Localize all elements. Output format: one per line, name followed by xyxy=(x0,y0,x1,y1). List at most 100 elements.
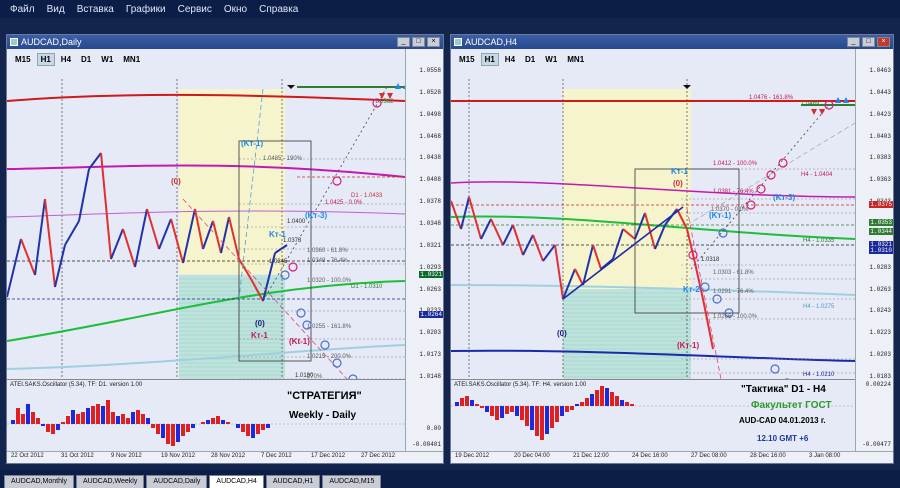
menu-file[interactable]: Файл xyxy=(4,4,41,15)
wave-segment xyxy=(460,196,470,230)
osc-tick: -0.00401 xyxy=(412,441,441,448)
osc-bar xyxy=(141,414,145,424)
menu-window[interactable]: Окно xyxy=(218,4,253,15)
menu-tools[interactable]: Сервис xyxy=(172,4,218,15)
price-tick: 1.0223 xyxy=(869,329,891,337)
projection-line xyxy=(690,104,830,270)
minimize-button[interactable]: _ xyxy=(397,37,410,47)
level-label: 1.0469 xyxy=(801,101,820,107)
osc-bar xyxy=(16,408,20,424)
chart-window-daily[interactable]: AUDCAD,Daily _ □ × M15 H1 H4 D1 W1 MN1 1… xyxy=(6,34,444,464)
fib-circle xyxy=(766,170,776,180)
tf-w1[interactable]: W1 xyxy=(541,53,561,66)
level-label: 1.0476 - 161.8% xyxy=(749,95,794,101)
osc-bar xyxy=(101,406,105,424)
close-button[interactable]: × xyxy=(877,37,890,47)
osc-bar xyxy=(620,400,624,406)
wave-label: Kт-1 xyxy=(269,230,286,239)
osc-bar xyxy=(166,424,170,444)
osc-bar xyxy=(211,418,215,424)
price-tick: 1.0438 xyxy=(419,154,441,162)
osc-bar xyxy=(485,406,489,412)
tab-monthly[interactable]: AUDCAD,Monthly xyxy=(4,475,75,488)
price-tick: 1.0558 xyxy=(419,67,441,74)
osc-bar xyxy=(106,400,110,424)
osc-bar xyxy=(515,406,519,416)
price-tick: 1.0243 xyxy=(869,307,891,315)
osc-bar xyxy=(156,424,160,434)
osc-bar xyxy=(570,406,574,410)
time-label: 12.10 GMT +6 xyxy=(757,434,809,443)
tf-h1[interactable]: H1 xyxy=(36,53,55,66)
osc-bar xyxy=(615,396,619,406)
fib-circle xyxy=(332,358,342,368)
wave-segment xyxy=(110,228,124,260)
wave-segment xyxy=(34,198,46,276)
osc-bar xyxy=(246,424,250,436)
wave-segment xyxy=(158,218,172,250)
tf-mn1[interactable]: MN1 xyxy=(119,53,144,66)
osc-bar xyxy=(41,424,45,426)
tf-d1[interactable]: D1 xyxy=(521,53,539,66)
osc-bar xyxy=(121,414,125,424)
price-label: 1.0321 xyxy=(419,271,443,278)
level-label: 1.0400 xyxy=(287,219,306,225)
osc-bar xyxy=(51,424,55,434)
tab-weekly[interactable]: AUDCAD,Weekly xyxy=(76,475,145,488)
wave-segment xyxy=(64,220,80,246)
tab-h1[interactable]: AUDCAD,H1 xyxy=(265,475,321,488)
signal-arrow xyxy=(819,109,825,115)
chart-tabs: AUDCAD,Monthly AUDCAD,Weekly AUDCAD,Dail… xyxy=(0,470,900,488)
level-label: 1.0485 - 190% xyxy=(263,156,303,162)
tf-h4[interactable]: H4 xyxy=(57,53,75,66)
osc-bar xyxy=(46,424,50,432)
menu-insert[interactable]: Вставка xyxy=(71,4,120,15)
osc-bar xyxy=(256,424,260,434)
tf-d1[interactable]: D1 xyxy=(77,53,95,66)
price-drawing xyxy=(451,79,855,379)
close-button[interactable]: × xyxy=(427,37,440,47)
tf-h4[interactable]: H4 xyxy=(501,53,519,66)
maximize-button[interactable]: □ xyxy=(412,37,425,47)
osc-tick: 0.00 xyxy=(426,425,441,432)
tf-w1[interactable]: W1 xyxy=(97,53,117,66)
price-tick: 1.0203 xyxy=(419,329,441,337)
fib-circle xyxy=(296,308,306,318)
tab-daily[interactable]: AUDCAD,Daily xyxy=(146,475,208,488)
price-chart[interactable]: M15 H1 H4 D1 W1 MN1 1.0476 - 161.8% 1.046… xyxy=(451,49,855,379)
window-titlebar[interactable]: AUDCAD,Daily _ □ × xyxy=(7,35,443,49)
osc-bar xyxy=(56,424,60,430)
chart-window-h4[interactable]: AUDCAD,H4 _ □ × M15 H1 H4 D1 W1 MN1 1.04… xyxy=(450,34,894,464)
maximize-button[interactable]: □ xyxy=(862,37,875,47)
tab-m15[interactable]: AUDCAD,M15 xyxy=(322,475,382,488)
time-tick: 3 Jan 08:00 xyxy=(809,453,841,459)
osc-bar xyxy=(580,402,584,406)
wave-segment xyxy=(502,224,514,246)
oscillator-panel: ATEI.SAKS.Oscillator (5.34). TF: D1. ver… xyxy=(7,379,405,451)
tf-m15[interactable]: M15 xyxy=(11,53,35,66)
oscillator-panel: ATEI.SAKS.Oscillator (5.34). TF: H4. ver… xyxy=(451,379,855,451)
osc-bar xyxy=(151,424,155,428)
time-tick: 7 Dec 2012 xyxy=(261,453,292,459)
tf-h1[interactable]: H1 xyxy=(480,53,499,66)
price-tick: 1.0263 xyxy=(869,285,891,293)
menu-view[interactable]: Вид xyxy=(41,4,71,15)
osc-bar xyxy=(176,424,180,442)
tab-h4[interactable]: AUDCAD,H4 xyxy=(209,475,264,488)
timeframe-toolbar: M15 H1 H4 D1 W1 MN1 xyxy=(11,53,144,66)
menu-charts[interactable]: Графики xyxy=(120,4,172,15)
level-label: 1.0345 xyxy=(269,259,288,265)
price-tick: 1.0348 xyxy=(419,220,441,227)
tf-mn1[interactable]: MN1 xyxy=(563,53,588,66)
tf-m15[interactable]: M15 xyxy=(455,53,479,66)
osc-bar xyxy=(550,406,554,428)
osc-bar xyxy=(261,424,265,430)
price-chart[interactable]: M15 H1 H4 D1 W1 MN1 1.0485 - 190% 1.0425 … xyxy=(7,49,405,379)
wave-segment xyxy=(100,152,112,260)
window-titlebar[interactable]: AUDCAD,H4 _ □ × xyxy=(451,35,893,49)
osc-bar xyxy=(126,418,130,424)
minimize-button[interactable]: _ xyxy=(847,37,860,47)
osc-bar xyxy=(131,412,135,424)
osc-bar xyxy=(36,418,40,424)
menu-help[interactable]: Справка xyxy=(253,4,304,15)
